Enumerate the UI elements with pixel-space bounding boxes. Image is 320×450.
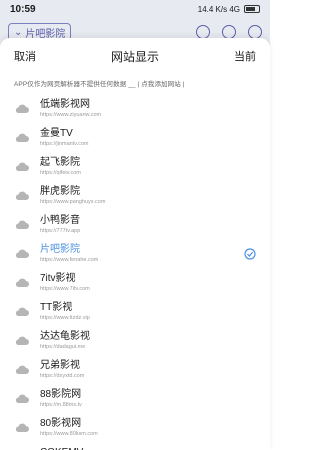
site-name: 7itv影视 [40, 272, 76, 284]
site-name: 起飞影院 [40, 156, 80, 168]
cloud-icon [15, 104, 29, 113]
site-row[interactable]: TT影视 https://www.ttzdz.vip [14, 297, 256, 326]
cloud-icon [15, 336, 29, 345]
site-url: https://m.88ms.tv [40, 401, 82, 408]
site-name: 金曼TV [40, 127, 73, 139]
site-text: 金曼TV https://jinmantv.com [40, 128, 89, 148]
site-text: 7itv影视 https://www.7itv.com [40, 273, 90, 293]
site-row[interactable]: 胖虎影院 https://www.panghuys.com [14, 181, 256, 210]
site-row[interactable]: 低端影视网 https://www.ziyuanw.com [14, 94, 256, 123]
site-list: 低端影视网 https://www.ziyuanw.com 金曼TV https://… [0, 94, 270, 450]
status-network-text: 14.4 K/s 4G [197, 4, 240, 14]
status-time: 10:59 [10, 3, 36, 15]
site-text: 小鸭影音 https://777tv.app [40, 215, 80, 235]
site-name: COKEMV [40, 447, 84, 450]
site-row[interactable]: 兄弟影视 https://dxyxtd.com [14, 355, 256, 384]
site-url: https://jinmantv.com [40, 140, 89, 147]
site-name: TT影视 [40, 301, 73, 313]
site-text: 80影视网 https://www.80ksm.com [40, 418, 98, 438]
site-url: https://www.80ksm.com [40, 430, 98, 437]
site-url: https://www.ziyuanw.com [40, 111, 102, 118]
site-url: https://dadagui.me [40, 343, 86, 350]
site-name: 低端影视网 [40, 98, 90, 110]
site-text: 低端影视网 https://www.ziyuanw.com [40, 99, 101, 119]
sheet-title: 网站显示 [110, 49, 159, 64]
site-text: TT影视 https://www.ttzdz.vip [40, 302, 90, 322]
cloud-icon [15, 307, 29, 316]
status-bar: 10:59 14.4 K/s 4G [0, 0, 270, 18]
site-text: 兄弟影视 https://dxyxtd.com [40, 360, 84, 380]
cloud-icon [15, 394, 29, 403]
sheet-header: 取消 网站显示 当前 [0, 38, 270, 74]
site-url: https://777tv.app [40, 227, 81, 234]
site-row[interactable]: 88影院网 https://m.88ms.tv [14, 384, 256, 413]
site-name: 片吧影院 [40, 243, 80, 255]
site-row[interactable]: 起飞影院 https://qifeiv.com [14, 152, 256, 181]
site-name: 80影视网 [40, 417, 82, 429]
site-row[interactable]: 小鸭影音 https://777tv.app [14, 210, 256, 239]
site-text: COKEMVhttps://cokemv.me [40, 447, 84, 450]
site-text: 胖虎影院 https://www.panghuys.com [40, 186, 105, 206]
cloud-icon [15, 162, 29, 171]
site-url: https://www.ttzdz.vip [40, 314, 90, 321]
notice-text[interactable]: APP仅作为网页解析器不提供任何数据 __ | 点我添加网站 | [0, 74, 270, 94]
site-row[interactable]: 7itv影视 https://www.7itv.com [14, 268, 256, 297]
site-url: https://www.7itv.com [40, 285, 90, 292]
cloud-icon [15, 423, 29, 432]
site-name: 胖虎影院 [40, 185, 80, 197]
site-name: 达达龟影视 [40, 330, 90, 342]
cloud-icon [15, 191, 29, 200]
site-row[interactable]: 达达龟影视 https://dadagui.me [14, 326, 256, 355]
cloud-icon [15, 249, 29, 258]
site-text: 达达龟影视 https://dadagui.me [40, 331, 90, 351]
site-name: 兄弟影视 [40, 359, 80, 371]
status-indicators: 14.4 K/s 4G [198, 5, 260, 14]
site-row[interactable]: COKEMVhttps://cokemv.me [14, 442, 256, 450]
site-text: 片吧影院 https://www.fenahe.com [40, 244, 98, 264]
site-name: 88影院网 [40, 388, 82, 400]
site-url: https://qifeiv.com [40, 169, 81, 176]
site-url: https://www.fenahe.com [40, 256, 99, 263]
site-text: 起飞影院 https://qifeiv.com [40, 157, 81, 177]
battery-icon [244, 5, 260, 13]
site-name: 小鸭影音 [40, 214, 80, 226]
cloud-icon [15, 220, 29, 229]
cloud-icon [15, 278, 29, 287]
cloud-icon [15, 365, 29, 374]
site-select-sheet: 取消 网站显示 当前 APP仅作为网页解析器不提供任何数据 __ | 点我添加网… [0, 38, 270, 450]
menu-icon [248, 25, 262, 39]
site-row[interactable]: 片吧影院 https://www.fenahe.com [14, 239, 256, 268]
search-icon [222, 25, 236, 39]
chevron-down-icon: ⌄ [14, 26, 23, 38]
site-url: https://www.panghuys.com [40, 198, 106, 205]
history-icon [196, 25, 210, 39]
checkmark-icon [244, 247, 256, 260]
site-row[interactable]: 80影视网 https://www.80ksm.com [14, 413, 256, 442]
background-icons [196, 25, 262, 39]
site-text: 88影院网 https://m.88ms.tv [40, 389, 82, 409]
current-button[interactable]: 当前 [234, 48, 256, 64]
cancel-button[interactable]: 取消 [14, 48, 36, 64]
cloud-icon [15, 133, 29, 142]
site-url: https://dxyxtd.com [40, 372, 85, 379]
site-row[interactable]: 金曼TV https://jinmantv.com [14, 123, 256, 152]
